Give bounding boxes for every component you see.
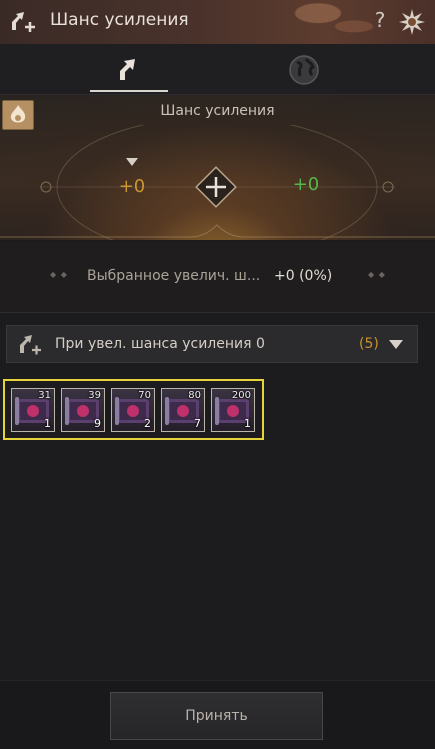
- scroll-item[interactable]: 39 9: [61, 388, 105, 432]
- scroll-item[interactable]: 200 1: [211, 388, 255, 432]
- tab-globe[interactable]: [218, 44, 435, 94]
- divider-ornament-right: ◆ ◆: [368, 270, 386, 279]
- dropdown-count: (5): [359, 336, 379, 352]
- active-tab-indicator: [90, 90, 168, 92]
- item-count: 2: [144, 417, 151, 430]
- current-chance-value: +0: [118, 176, 146, 197]
- scroll-item[interactable]: 80 7: [161, 388, 205, 432]
- page-title: Шанс усиления: [50, 10, 189, 30]
- filter-dropdown[interactable]: При увел. шанса усиления 0 (5): [6, 325, 418, 363]
- item-count: 9: [94, 417, 101, 430]
- item-level: 39: [88, 390, 101, 401]
- chevron-down-icon: [389, 340, 403, 349]
- target-chance-value: +0: [292, 174, 320, 195]
- enhance-up-icon: [12, 12, 35, 32]
- help-icon[interactable]: ?: [370, 8, 390, 32]
- divider-ornament-left: ◆ ◆: [50, 270, 68, 279]
- panel-title: Шанс усиления: [160, 103, 275, 119]
- item-count: 1: [244, 417, 251, 430]
- add-chance-button[interactable]: [193, 164, 239, 210]
- item-list: 31 1 39 9 70 2 80 7 200 1: [3, 379, 264, 440]
- item-count: 7: [194, 417, 201, 430]
- selected-increase-value: +0 (0%): [274, 268, 333, 284]
- tab-enhance[interactable]: [0, 44, 217, 94]
- globe-icon: [289, 55, 319, 85]
- accept-button[interactable]: Принять: [110, 692, 323, 740]
- item-level: 31: [38, 390, 51, 401]
- selected-increase-label: Выбранное увелич. ш...: [87, 268, 261, 284]
- current-marker-icon: [126, 158, 138, 166]
- dropdown-label: При увел. шанса усиления 0: [55, 336, 265, 352]
- scroll-item[interactable]: 31 1: [11, 388, 55, 432]
- item-count: 1: [44, 417, 51, 430]
- arrow-up-icon: [120, 59, 135, 80]
- item-level: 70: [138, 390, 151, 401]
- scroll-item[interactable]: 70 2: [111, 388, 155, 432]
- item-level: 80: [188, 390, 201, 401]
- item-level: 200: [231, 390, 251, 401]
- enhance-up-icon: [20, 335, 41, 355]
- settings-gear-icon[interactable]: [398, 8, 426, 36]
- tab-bar: [0, 44, 435, 95]
